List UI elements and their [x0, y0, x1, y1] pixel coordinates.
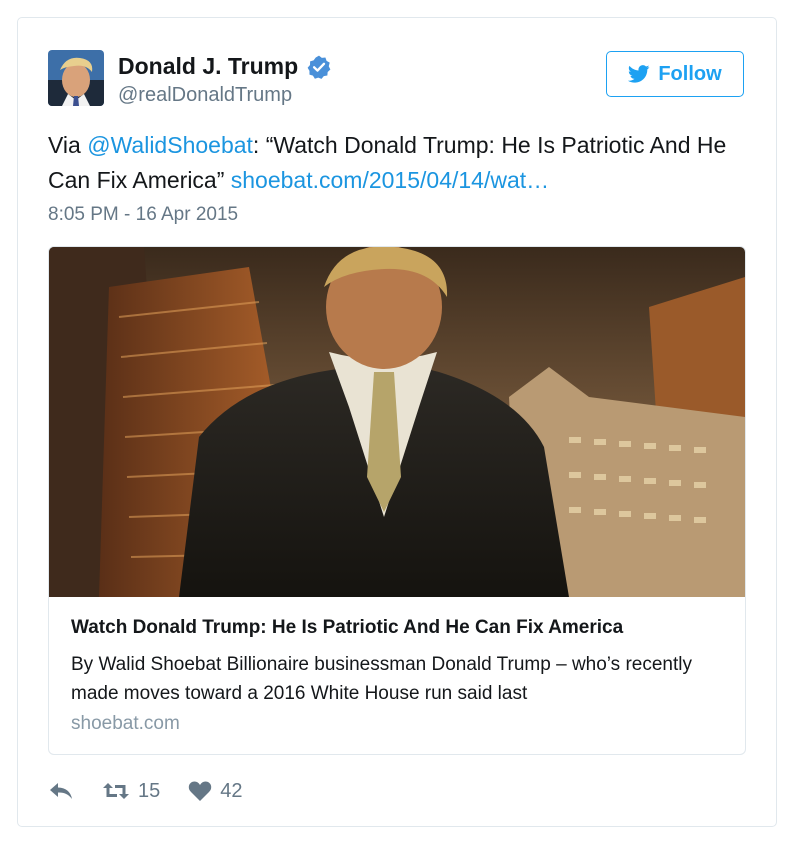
- tweet-card: Donald J. Trump @realDonaldTrump Follow …: [17, 17, 777, 827]
- display-name-text: Donald J. Trump: [118, 53, 299, 79]
- card-domain: shoebat.com: [71, 713, 180, 734]
- avatar[interactable]: [48, 50, 104, 106]
- reply-button[interactable]: [48, 780, 74, 802]
- like-button[interactable]: 42: [188, 779, 243, 803]
- profile-photo: [48, 50, 104, 106]
- tweet-text: Via @WalidShoebat: “Watch Donald Trump: …: [48, 128, 748, 198]
- verified-badge-icon: [306, 54, 332, 80]
- display-name[interactable]: Donald J. Trump: [118, 53, 332, 80]
- card-description: By Walid Shoebat Billionaire businessman…: [71, 654, 692, 704]
- link-preview-card[interactable]: Watch Donald Trump: He Is Patriotic And …: [48, 246, 746, 755]
- reply-icon: [50, 783, 72, 799]
- like-count: 42: [220, 779, 243, 802]
- tweet-url-link[interactable]: shoebat.com/2015/04/14/wat…: [231, 167, 549, 193]
- user-handle[interactable]: @realDonaldTrump: [118, 84, 292, 107]
- card-title[interactable]: Watch Donald Trump: He Is Patriotic And …: [71, 617, 623, 639]
- tweet-timestamp[interactable]: 8:05 PM - 16 Apr 2015: [48, 204, 238, 226]
- heart-icon: [189, 781, 212, 801]
- retweet-button[interactable]: 15: [102, 780, 160, 803]
- retweet-icon: [103, 783, 129, 799]
- follow-label: Follow: [658, 62, 722, 85]
- tweet-actions: 15 42: [48, 776, 271, 806]
- retweet-count: 15: [138, 779, 161, 802]
- twitter-bird-icon: [628, 65, 650, 83]
- article-image: [49, 247, 745, 597]
- mention-link[interactable]: @WalidShoebat: [87, 132, 253, 158]
- tweet-prefix: Via: [48, 132, 88, 158]
- follow-button[interactable]: Follow: [606, 51, 744, 97]
